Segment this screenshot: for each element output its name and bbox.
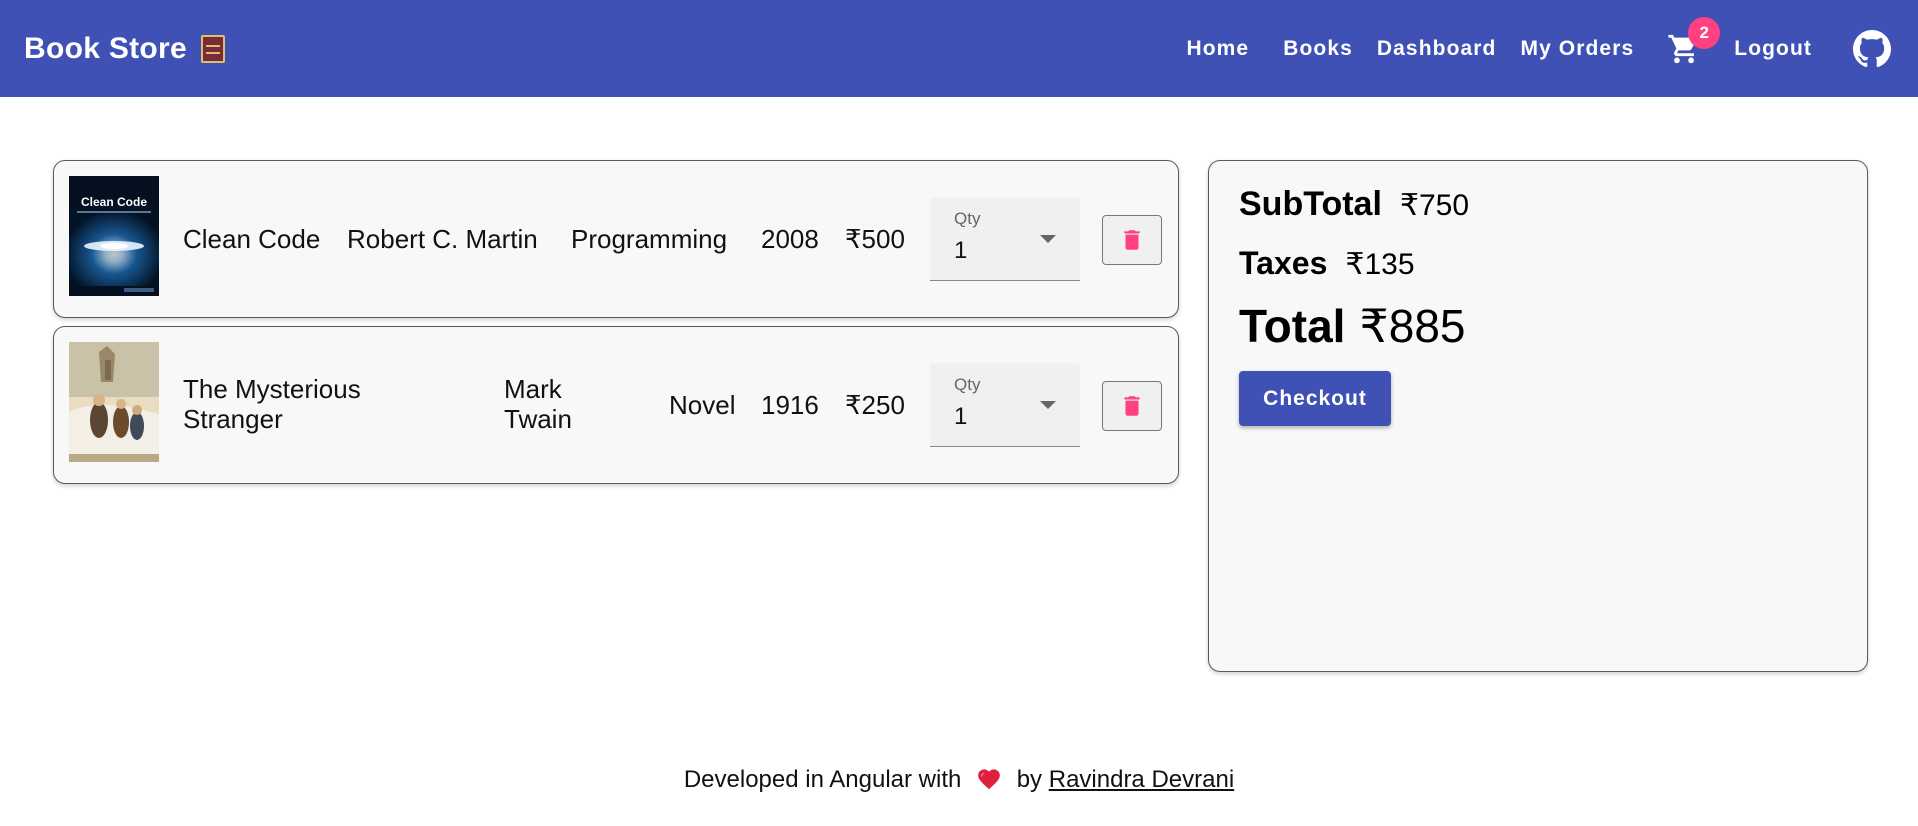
footer: Developed in Angular with by Ravindra De… (0, 766, 1918, 797)
heart-icon (976, 766, 1002, 797)
brand-title: Book Store (24, 31, 188, 65)
taxes-label: Taxes (1239, 245, 1328, 281)
checkout-button[interactable]: Checkout (1239, 371, 1391, 426)
total-row: Total ₹885 (1239, 299, 1465, 353)
subtotal-label: SubTotal (1239, 185, 1382, 223)
github-link[interactable] (1850, 27, 1894, 71)
delete-item-button[interactable] (1102, 381, 1162, 431)
qty-value: 1 (954, 403, 968, 430)
cart-button[interactable]: 2 (1660, 16, 1721, 73)
total-label: Total (1239, 300, 1346, 352)
top-toolbar: Book Store Home Books Dashboard My Order… (0, 0, 1918, 97)
author-link[interactable]: Ravindra Devrani (1049, 766, 1234, 793)
subtotal-row: SubTotal ₹750 (1239, 185, 1469, 224)
qty-value: 1 (954, 237, 968, 264)
order-summary-card: SubTotal ₹750 Taxes ₹135 Total ₹885 Chec… (1208, 160, 1868, 672)
book-category: Novel (669, 390, 736, 420)
book-author: Robert C. Martin (347, 224, 538, 254)
total-value: ₹885 (1359, 300, 1466, 352)
cart-item: The Mysterious Stranger Mark Twain Novel… (53, 326, 1179, 484)
footer-by-text: by (1016, 766, 1043, 793)
qty-label: Qty (954, 375, 981, 394)
nav-home-link[interactable]: Home (1174, 29, 1261, 69)
book-price: ₹500 (845, 224, 905, 254)
book-category: Programming (571, 224, 728, 254)
nav-books-link[interactable]: Books (1271, 29, 1365, 69)
taxes-value: ₹135 (1345, 248, 1415, 281)
book-author: Mark Twain (504, 374, 572, 434)
book-cover-mysterious-stranger (69, 342, 159, 462)
book-price: ₹250 (845, 390, 905, 420)
books-icon (201, 34, 226, 63)
book-cover-clean-code: Clean Code (69, 176, 159, 296)
cart-item: Clean Code Clean Code Robert C. Martin P… (53, 160, 1179, 318)
dropdown-arrow-icon (1040, 401, 1056, 409)
cart-items-list: Clean Code Clean Code Robert C. Martin P… (53, 160, 1179, 492)
github-icon (1853, 29, 1891, 67)
delete-item-button[interactable] (1102, 215, 1162, 265)
book-title: The Mysterious Stranger (183, 374, 361, 434)
book-title: Clean Code (183, 224, 321, 254)
logout-link[interactable]: Logout (1722, 29, 1824, 69)
quantity-select[interactable]: Qty 1 (930, 197, 1080, 281)
nav-my-orders-link[interactable]: My Orders (1508, 29, 1646, 69)
brand[interactable]: Book Store (24, 31, 226, 66)
subtotal-value: ₹750 (1399, 189, 1470, 222)
nav-dashboard-link[interactable]: Dashboard (1365, 29, 1509, 69)
dropdown-arrow-icon (1040, 235, 1056, 243)
taxes-row: Taxes ₹135 (1239, 245, 1415, 282)
quantity-select[interactable]: Qty 1 (930, 363, 1080, 447)
trash-icon (1124, 230, 1140, 250)
qty-label: Qty (954, 209, 981, 228)
book-year: 2008 (761, 224, 819, 254)
main-nav: Home Books Dashboard My Orders 2 Logout (1174, 16, 1894, 73)
trash-icon (1124, 396, 1140, 416)
cart-count-badge: 2 (1688, 16, 1721, 49)
book-year: 1916 (761, 390, 819, 420)
cover-title-text: Clean Code (81, 195, 147, 209)
footer-text: Developed in Angular with (683, 766, 962, 793)
